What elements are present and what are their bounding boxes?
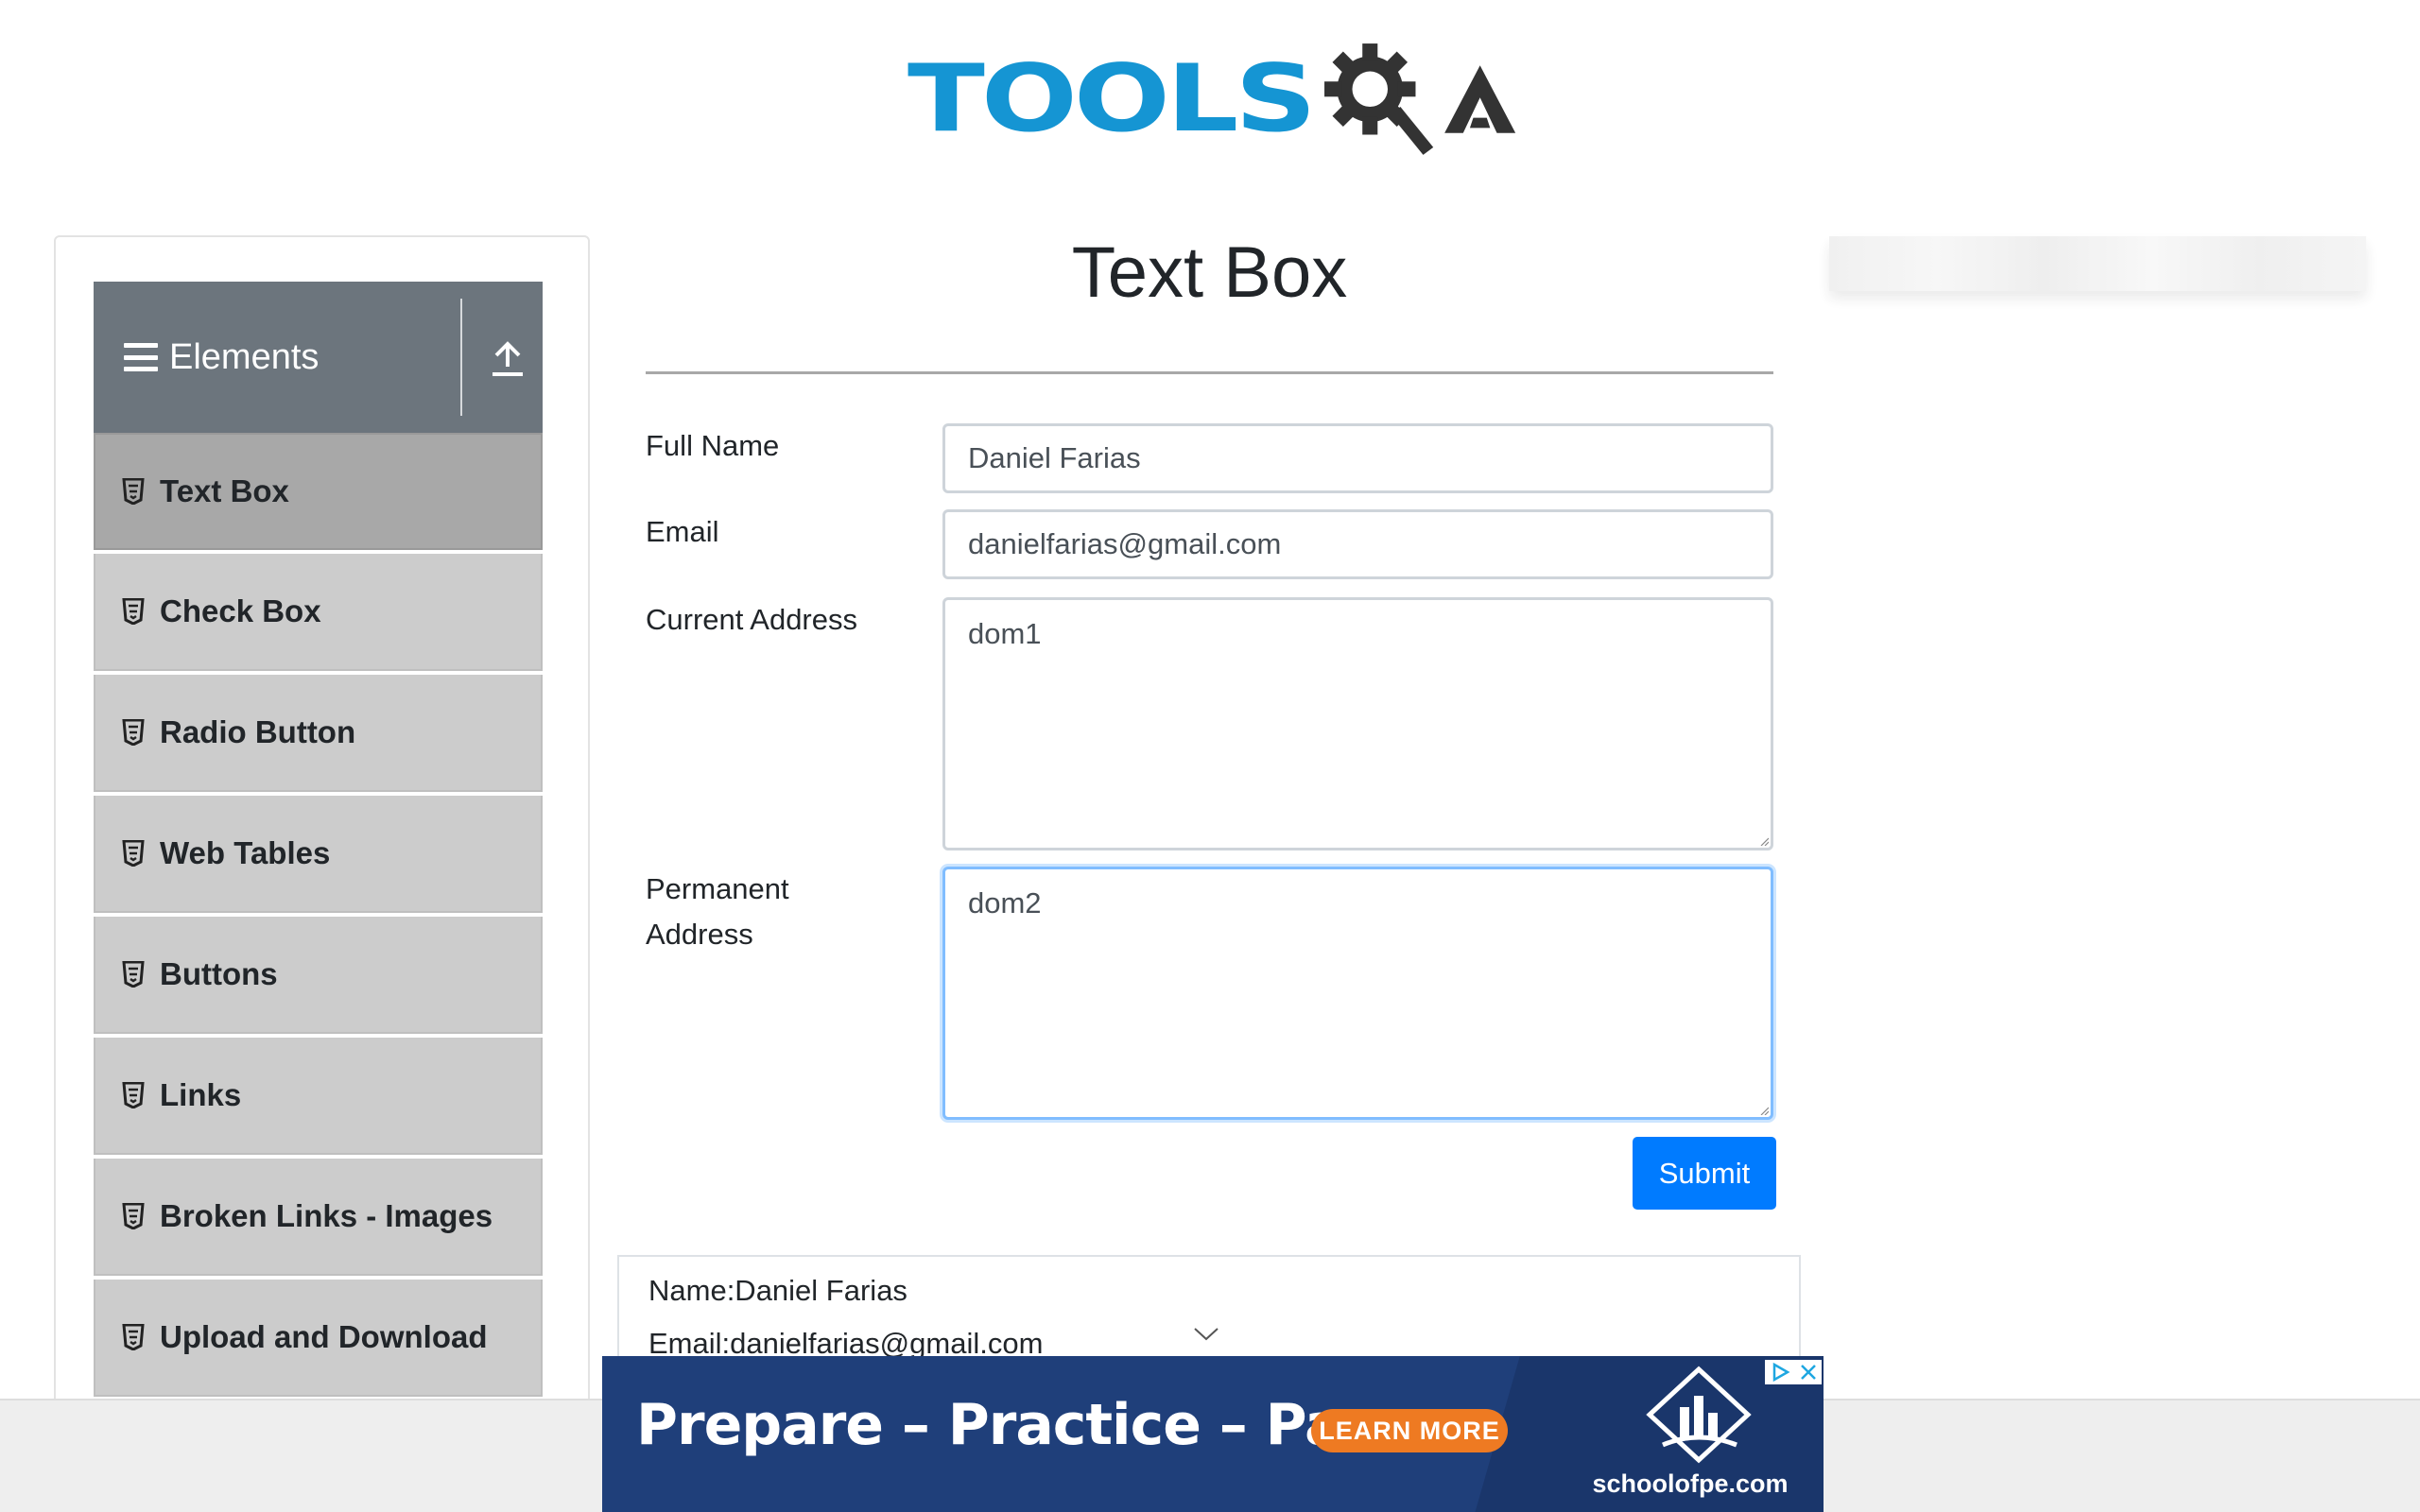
- sidebar-item-check-box[interactable]: Check Box: [94, 554, 543, 671]
- site-logo[interactable]: TOOLS: [908, 28, 1522, 170]
- output-name: Name:Daniel Farias: [648, 1274, 908, 1307]
- close-icon[interactable]: [1799, 1363, 1818, 1382]
- full-name-label: Full Name: [646, 429, 780, 462]
- group-title: Elements: [169, 336, 320, 377]
- page-title: Text Box: [1071, 232, 1348, 313]
- learn-more-button[interactable]: LEARN MORE: [1311, 1409, 1508, 1452]
- sidebar-item-label: Upload and Download: [160, 1319, 488, 1354]
- header-divider: [460, 299, 462, 416]
- current-address-value: dom1: [968, 617, 1042, 650]
- chevron-down-icon[interactable]: [1193, 1327, 1219, 1342]
- gear-magnifier-icon: [1323, 43, 1434, 155]
- sidebar-item-links[interactable]: Links: [94, 1038, 543, 1155]
- permanent-address-label-line2: Address: [646, 918, 753, 951]
- logo-letter-a-icon: [1443, 65, 1515, 133]
- sidebar-item-label: Broken Links - Images: [160, 1198, 493, 1233]
- sidebar-item-label: Buttons: [160, 956, 278, 991]
- side-ad-placeholder: [1829, 236, 2366, 291]
- submit-button[interactable]: Submit: [1633, 1137, 1776, 1210]
- sidebar-item-text-box[interactable]: Text Box: [94, 433, 543, 550]
- sidebar-item-label: Text Box: [160, 473, 289, 508]
- sidebar-item-web-tables[interactable]: Web Tables: [94, 796, 543, 913]
- hamburger-icon: [124, 343, 158, 371]
- html5-icon: [122, 840, 145, 867]
- resize-grip-icon[interactable]: [1759, 1106, 1769, 1115]
- html5-icon: [122, 598, 145, 625]
- permanent-address-textarea[interactable]: dom2: [942, 867, 1773, 1120]
- collapse-arrow-up-icon[interactable]: [489, 336, 527, 378]
- sidebar-item-upload-and-download[interactable]: Upload and Download: [94, 1280, 543, 1397]
- sidebar-item-label: Web Tables: [160, 835, 331, 870]
- resize-grip-icon[interactable]: [1759, 836, 1769, 846]
- sidebar-item-label: Check Box: [160, 593, 321, 628]
- banner-brand: schoolofpe.com: [1592, 1469, 1789, 1498]
- current-address-textarea[interactable]: dom1: [942, 597, 1773, 850]
- ad-choices-icon[interactable]: [1770, 1362, 1790, 1383]
- permanent-address-label: Permanent Address: [646, 867, 789, 957]
- sidebar-item-label: Radio Button: [160, 714, 356, 749]
- html5-icon: [122, 961, 145, 988]
- html5-icon: [122, 1324, 145, 1350]
- sidebar-group-header-elements[interactable]: Elements: [94, 282, 543, 433]
- email-input[interactable]: danielfarias@gmail.com: [942, 509, 1773, 579]
- html5-icon: [122, 1203, 145, 1229]
- html5-icon: [122, 1082, 145, 1108]
- building-logo-icon: [1646, 1366, 1752, 1464]
- html5-icon: [122, 719, 145, 746]
- current-address-label: Current Address: [646, 603, 857, 636]
- permanent-address-value: dom2: [968, 886, 1042, 919]
- email-label: Email: [646, 515, 719, 548]
- full-name-input[interactable]: Daniel Farias: [942, 423, 1773, 493]
- sidebar-item-buttons[interactable]: Buttons: [94, 917, 543, 1034]
- banner-ad[interactable]: Prepare – Practice – Pass LEARN MORE sch…: [602, 1356, 1824, 1512]
- sidebar-item-label: Links: [160, 1077, 242, 1112]
- title-divider: [646, 371, 1773, 374]
- sidebar-menu: Text Box Check Box Radio Button Web Tabl…: [94, 433, 543, 1400]
- html5-icon: [122, 478, 145, 505]
- banner-headline: Prepare – Practice – Pass: [636, 1392, 1409, 1458]
- sidebar-item-broken-links-images[interactable]: Broken Links - Images: [94, 1159, 543, 1276]
- sidebar-item-radio-button[interactable]: Radio Button: [94, 675, 543, 792]
- logo-text: TOOLS: [908, 44, 1317, 153]
- ad-choices[interactable]: [1765, 1360, 1822, 1384]
- permanent-address-label-line1: Permanent: [646, 872, 789, 905]
